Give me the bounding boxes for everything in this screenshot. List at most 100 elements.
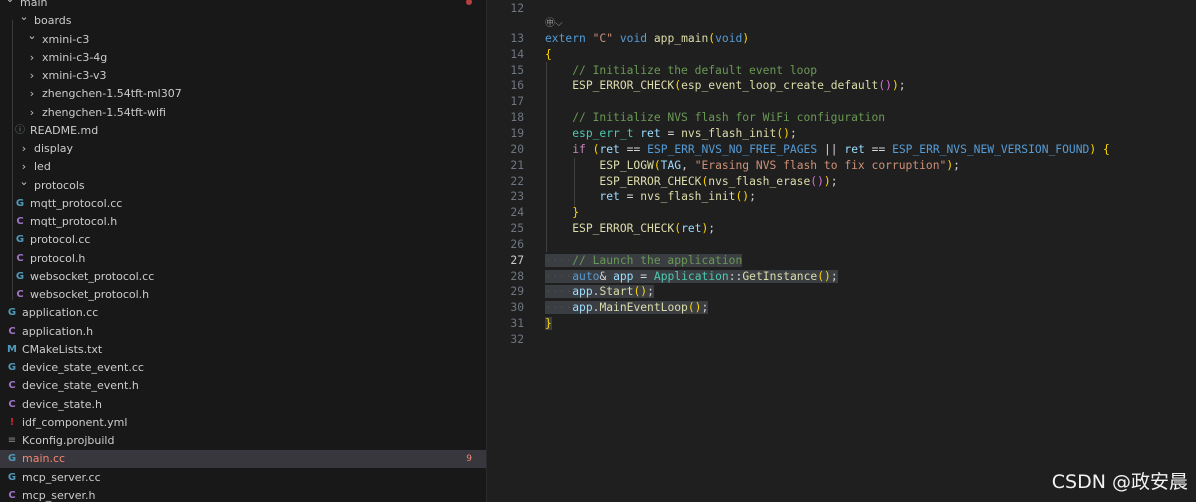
line-number: 15: [510, 63, 524, 77]
line-number: 28: [510, 269, 524, 283]
code-line[interactable]: 24 }: [487, 205, 1196, 221]
tree-item-label: mqtt_protocol.cc: [30, 196, 123, 210]
tree-file-device-state-event-cc[interactable]: Gdevice_state_event.cc: [0, 359, 486, 377]
code-line[interactable]: 25 ESP_ERROR_CHECK(ret);: [487, 221, 1196, 237]
code-line[interactable]: 20 if (ret == ESP_ERR_NVS_NO_FREE_PAGES …: [487, 142, 1196, 158]
code-text: ret = nvs_flash_init();: [599, 190, 756, 204]
code-text: {: [545, 47, 552, 61]
tree-folder-xmini-c3-v3[interactable]: › xmini-c3-v3: [0, 67, 486, 85]
code-line[interactable]: 29 ····app.Start();: [487, 284, 1196, 300]
tree-file-main-cc[interactable]: Gmain.cc 9: [0, 450, 486, 469]
tree-file-mqtt-protocol-h[interactable]: Cmqtt_protocol.h: [0, 213, 486, 231]
c-header-icon: C: [8, 325, 16, 337]
chevron-down-icon[interactable]: ⌄: [4, 0, 16, 8]
line-number: 20: [510, 142, 524, 156]
tree-item-label: device_state_event.h: [22, 379, 139, 393]
line-number: 25: [510, 222, 524, 236]
chevron-right-icon[interactable]: ›: [26, 85, 38, 103]
code-line[interactable]: 14 {: [487, 47, 1196, 63]
chevron-down-icon[interactable]: ⌄: [18, 173, 30, 191]
tree-file-application-cc[interactable]: Gapplication.cc: [0, 304, 486, 322]
tree-item-label: xmini-c3-4g: [42, 50, 108, 64]
line-number: 22: [510, 174, 524, 188]
kconfig-icon: ≡: [7, 435, 17, 446]
tree-item-label: application.h: [22, 324, 94, 338]
tree-item-label: protocol.h: [30, 251, 86, 265]
line-number: 13: [510, 31, 524, 45]
line-number: 17: [510, 95, 524, 109]
cpp-icon: G: [15, 270, 25, 282]
tree-file-protocol-cc[interactable]: Gprotocol.cc: [0, 231, 486, 249]
code-line[interactable]: 23 ret = nvs_flash_init();: [487, 189, 1196, 205]
explorer-sidebar: ⌄main⌄boards⌄xmini-c3›xmini-c3-4g›xmini-…: [0, 0, 487, 502]
tree-file-idf-component-yml[interactable]: ! idf_component.yml: [0, 414, 486, 432]
tree-item-label: zhengchen-1.54tft-wifi: [42, 105, 166, 119]
code-line[interactable]: 31}: [487, 316, 1196, 332]
tree-item-label: websocket_protocol.cc: [30, 269, 155, 283]
tree-folder-xmini-c3-4g[interactable]: › xmini-c3-4g: [0, 49, 486, 67]
code-text: ESP_ERROR_CHECK(ret);: [572, 222, 716, 236]
tree-folder-xmini-c3[interactable]: ⌄ xmini-c3: [0, 29, 486, 49]
code-text: ····// Launch the application: [545, 253, 743, 267]
code-line[interactable]: 21 ESP_LOGW(TAG, "Erasing NVS flash to f…: [487, 158, 1196, 174]
problem-count-badge: 9: [466, 454, 472, 465]
tree-folder-zhengchen-1-54tft-ml307[interactable]: › zhengchen-1.54tft-ml307: [0, 85, 486, 103]
code-line[interactable]: 30 ····app.MainEventLoop();: [487, 300, 1196, 316]
tree-file-mqtt-protocol-cc[interactable]: Gmqtt_protocol.cc: [0, 195, 486, 213]
code-line[interactable]: 22 ESP_ERROR_CHECK(nvs_flash_erase());: [487, 174, 1196, 190]
code-line[interactable]: 15 // Initialize the default event loop: [487, 63, 1196, 79]
tree-file-device-state-event-h[interactable]: Cdevice_state_event.h: [0, 377, 486, 395]
tree-folder-boards[interactable]: ⌄ boards: [0, 10, 486, 30]
chevron-right-icon[interactable]: ›: [26, 104, 38, 122]
cpp-icon: G: [7, 471, 17, 483]
tree-item-label: device_state.h: [22, 397, 102, 411]
code-line[interactable]: 17: [487, 94, 1196, 110]
tree-file-cmakelists-txt[interactable]: M CMakeLists.txt: [0, 341, 486, 359]
yaml-icon: !: [9, 416, 15, 428]
code-line[interactable]: 27 ····// Launch the application: [487, 253, 1196, 269]
tree-file-protocol-h[interactable]: Cprotocol.h: [0, 250, 486, 268]
line-number: 16: [510, 79, 524, 93]
chevron-right-icon[interactable]: ›: [26, 67, 38, 85]
code-line[interactable]: 12: [487, 1, 1196, 17]
chevron-right-icon[interactable]: ›: [18, 140, 30, 158]
tree-folder-led[interactable]: › led: [0, 158, 486, 176]
tree-item-label: mcp_server.h: [22, 488, 96, 502]
tree-folder-protocols[interactable]: ⌄ protocols: [0, 175, 486, 195]
tree-folder-main[interactable]: ⌄main: [0, 0, 486, 12]
tree-file-kconfig-projbuild[interactable]: ≡ Kconfig.projbuild: [0, 432, 486, 450]
code-line[interactable]: 18 // Initialize NVS flash for WiFi conf…: [487, 110, 1196, 126]
tree-item-label: Kconfig.projbuild: [22, 434, 115, 447]
tree-folder-zhengchen-1-54tft-wifi[interactable]: › zhengchen-1.54tft-wifi: [0, 104, 486, 122]
tree-file-device-state-h[interactable]: Cdevice_state.h: [0, 396, 486, 414]
tree-folder-display[interactable]: › display: [0, 140, 486, 158]
code-text: ESP_ERROR_CHECK(nvs_flash_erase());: [599, 174, 838, 188]
code-line[interactable]: 13 extern "C" void app_main(void): [487, 31, 1196, 47]
line-number: 14: [510, 47, 524, 61]
code-text: ESP_LOGW(TAG, "Erasing NVS flash to fix …: [599, 158, 960, 172]
tree-file-websocket-protocol-cc[interactable]: Gwebsocket_protocol.cc: [0, 268, 486, 286]
c-header-icon: C: [8, 489, 16, 501]
code-text: if (ret == ESP_ERR_NVS_NO_FREE_PAGES || …: [572, 142, 1110, 156]
codelens-glyph: ㊥: [545, 18, 555, 29]
code-line[interactable]: 16 ESP_ERROR_CHECK(esp_event_loop_create…: [487, 78, 1196, 94]
info-icon: ⓘ: [15, 124, 25, 136]
tree-file-mcp-server-cc[interactable]: Gmcp_server.cc: [0, 469, 486, 487]
code-text: esp_err_t ret = nvs_flash_init();: [572, 126, 797, 140]
tree-file-websocket-protocol-h[interactable]: Cwebsocket_protocol.h: [0, 286, 486, 304]
chevron-down-icon[interactable]: ⌄: [18, 8, 30, 26]
tree-item-label: boards: [34, 14, 72, 28]
tree-file-readme-md[interactable]: ⓘ README.md: [0, 122, 486, 140]
tree-file-application-h[interactable]: Capplication.h: [0, 323, 486, 341]
chevron-down-icon[interactable]: ⌄: [26, 27, 38, 45]
chevron-right-icon[interactable]: ›: [26, 49, 38, 67]
code-editor[interactable]: ㊥⌵ 12 13 extern "C" void app_main(void) 14 {…: [487, 0, 1196, 502]
code-line[interactable]: 28 ····auto& app = Application::GetInstan…: [487, 269, 1196, 285]
code-line[interactable]: 32: [487, 332, 1196, 348]
code-text: // Initialize the default event loop: [572, 63, 818, 77]
code-line[interactable]: 26: [487, 237, 1196, 253]
line-number: 19: [510, 126, 524, 140]
code-line[interactable]: 19 esp_err_t ret = nvs_flash_init();: [487, 126, 1196, 142]
line-number: 31: [510, 317, 524, 331]
tree-file-mcp-server-h[interactable]: Cmcp_server.h: [0, 487, 486, 502]
